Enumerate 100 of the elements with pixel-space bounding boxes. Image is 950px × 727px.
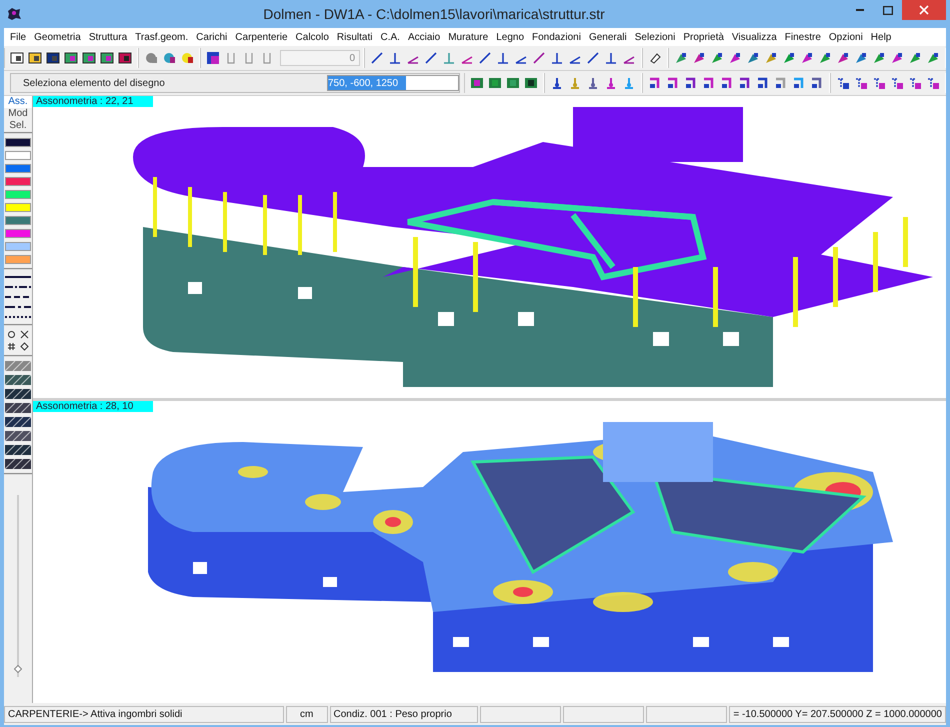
menu-item[interactable]: Risultati — [332, 32, 376, 42]
toolbar-glyph-icon — [746, 51, 760, 65]
color-swatch[interactable] — [5, 229, 31, 238]
toolbar-glyph-icon — [100, 51, 114, 65]
shape-outline-icon — [243, 51, 255, 65]
menu-item[interactable]: Acciaio — [404, 32, 444, 42]
menu-item[interactable]: Carichi — [192, 32, 232, 42]
color-swatch[interactable] — [5, 138, 31, 147]
menu-item[interactable]: Opzioni — [824, 32, 867, 42]
toolbar-glyph-icon — [550, 76, 564, 90]
menu-item[interactable]: File — [6, 32, 30, 42]
toolbar-glyph-icon — [720, 76, 734, 90]
menu-item[interactable]: Calcolo — [292, 32, 333, 42]
color-swatch[interactable] — [5, 190, 31, 199]
hash-marker-icon[interactable] — [6, 342, 16, 351]
palette-tab[interactable]: Ass. — [4, 96, 32, 108]
status-units: cm — [286, 706, 328, 722]
color-swatch[interactable] — [5, 151, 31, 160]
color-swatch[interactable] — [5, 203, 31, 212]
axis-line-icon — [496, 51, 510, 65]
axis-line-icon — [586, 51, 600, 65]
slider-handle-icon[interactable] — [14, 665, 22, 673]
line-style-icon[interactable] — [5, 274, 31, 280]
toolbar-glyph-icon — [810, 76, 824, 90]
toolbar-glyph-icon — [890, 76, 904, 90]
status-coordinates: = -10.500000 Y= 207.500000 Z = 1000.000000 — [729, 706, 946, 722]
toolbar-glyph-icon — [586, 76, 600, 90]
line-style-icon[interactable] — [5, 304, 31, 310]
toolbar-glyph-icon — [926, 76, 940, 90]
axis-line-icon — [388, 51, 402, 65]
cross-marker-icon[interactable] — [20, 330, 28, 339]
menu-item[interactable]: Help — [866, 32, 896, 42]
line-style-icon[interactable] — [5, 314, 31, 320]
toolbar-glyph-icon — [854, 51, 868, 65]
color-swatch[interactable] — [5, 216, 31, 225]
menu-item[interactable]: Struttura — [84, 32, 132, 42]
axis-line-icon — [604, 51, 618, 65]
toolbar-glyph-icon — [738, 76, 752, 90]
circle-marker-icon[interactable] — [6, 330, 16, 339]
menu-item[interactable]: Proprietà — [679, 32, 728, 42]
menu-item[interactable]: Geometria — [30, 32, 85, 42]
toolbar-glyph-icon — [872, 51, 886, 65]
status-condition: Condiz. 001 : Peso proprio — [330, 706, 478, 722]
prompt-text: Seleziona elemento del disegno — [22, 78, 165, 88]
axis-line-icon — [550, 51, 564, 65]
toolbar-glyph-icon — [674, 51, 688, 65]
menu-item[interactable]: Finestre — [780, 32, 825, 42]
minimize-icon — [856, 8, 864, 12]
toolbar-glyph-icon — [568, 76, 582, 90]
hatch-pattern-icon[interactable] — [5, 375, 31, 385]
hatch-pattern-icon[interactable] — [5, 389, 31, 399]
toolbar-glyph-icon — [908, 51, 922, 65]
toolbar-glyph-icon — [64, 51, 78, 65]
axis-line-icon — [442, 51, 456, 65]
toolbar-glyph-icon — [180, 51, 194, 65]
toolbar-glyph-icon — [622, 76, 636, 90]
toolbar-glyph-icon — [604, 76, 618, 90]
shape-outline-icon — [225, 51, 237, 65]
viewport[interactable]: Assonometria : 22, 21 — [33, 96, 946, 398]
toolbar-glyph-icon — [28, 51, 42, 65]
menu-item[interactable]: Visualizza — [728, 32, 781, 42]
hatch-pattern-icon[interactable] — [5, 445, 31, 455]
line-style-icon[interactable] — [5, 284, 31, 290]
color-swatch[interactable] — [5, 164, 31, 173]
hatch-pattern-icon[interactable] — [5, 459, 31, 469]
close-button[interactable] — [902, 0, 946, 20]
menu-item[interactable]: C.A. — [376, 32, 404, 42]
menu-item[interactable]: Generali — [584, 32, 631, 42]
color-swatch[interactable] — [5, 177, 31, 186]
menu-item[interactable]: Trasf.geom. — [131, 32, 192, 42]
menu-item[interactable]: Fondazioni — [528, 32, 585, 42]
axis-line-icon — [424, 51, 438, 65]
toolbar-glyph-icon — [756, 76, 770, 90]
toolbar-glyph-icon — [782, 51, 796, 65]
color-swatch[interactable] — [5, 242, 31, 251]
menu-item[interactable]: Murature — [444, 32, 492, 42]
palette-tab[interactable]: Sel. — [4, 120, 32, 132]
hatch-pattern-icon[interactable] — [5, 403, 31, 413]
viewport[interactable]: Assonometria : 28, 10 — [33, 401, 946, 703]
toolbar-glyph-icon — [488, 76, 502, 90]
toolbar-glyph-icon — [206, 51, 220, 65]
close-icon — [919, 5, 929, 15]
menu-item[interactable]: Legno — [492, 32, 528, 42]
toolbar-glyph-icon — [10, 51, 24, 65]
window-title: Dolmen - DW1A - C:\dolmen15\lavori\marica\struttur.str — [262, 6, 606, 22]
toolbar-glyph-icon — [506, 76, 520, 90]
view-label: Assonometria : 28, 10 — [33, 401, 154, 412]
hatch-pattern-icon[interactable] — [5, 431, 31, 441]
axis-line-icon — [478, 51, 492, 65]
toolbar-glyph-icon — [818, 51, 832, 65]
hatch-pattern-icon[interactable] — [5, 417, 31, 427]
axis-line-icon — [370, 51, 384, 65]
palette-tab[interactable]: Mod — [4, 108, 32, 120]
line-style-icon[interactable] — [5, 294, 31, 300]
menu-item[interactable]: Carpenterie — [231, 32, 292, 42]
toolbar-glyph-icon — [854, 76, 868, 90]
diamond-marker-icon[interactable] — [20, 342, 28, 351]
menu-item[interactable]: Selezioni — [630, 32, 680, 42]
color-swatch[interactable] — [5, 255, 31, 264]
toolbar-glyph-icon — [710, 51, 724, 65]
